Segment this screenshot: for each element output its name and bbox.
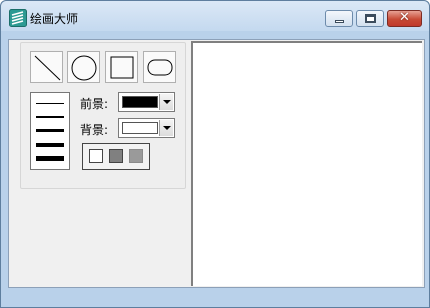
background-label: 背景: — [80, 123, 109, 137]
line-width-option-1[interactable] — [36, 103, 64, 104]
drawing-canvas[interactable] — [191, 41, 422, 286]
circle-icon — [71, 55, 97, 81]
chevron-down-icon[interactable] — [159, 94, 173, 110]
title-bar[interactable]: 绘画大师 ✕ — [1, 1, 429, 31]
gray-fill-icon[interactable] — [109, 149, 123, 163]
line-tool-button[interactable] — [30, 51, 63, 83]
close-button[interactable]: ✕ — [387, 10, 422, 27]
light-gray-fill-icon[interactable] — [129, 149, 143, 163]
line-width-list — [30, 92, 70, 170]
no-fill-icon[interactable] — [89, 149, 103, 163]
rectangle-icon — [110, 56, 134, 79]
line-width-option-5[interactable] — [36, 156, 64, 161]
background-color-select[interactable] — [118, 118, 175, 138]
rounded-rectangle-icon — [147, 59, 173, 76]
foreground-label: 前景: — [80, 97, 109, 111]
close-icon: ✕ — [399, 10, 410, 25]
chevron-down-icon[interactable] — [159, 120, 173, 136]
line-width-option-2[interactable] — [36, 116, 64, 118]
minimize-button[interactable] — [325, 10, 353, 27]
window-title: 绘画大师 — [30, 12, 79, 26]
circle-tool-button[interactable] — [67, 51, 100, 83]
maximize-button[interactable] — [356, 10, 384, 27]
line-width-option-3[interactable] — [36, 129, 64, 132]
foreground-color-select[interactable] — [118, 92, 175, 112]
fill-style-group — [82, 143, 150, 170]
foreground-swatch — [122, 96, 158, 108]
background-swatch — [122, 122, 158, 134]
line-icon — [34, 55, 61, 81]
paint-app-icon — [9, 9, 27, 27]
rectangle-tool-button[interactable] — [105, 51, 138, 83]
line-width-option-4[interactable] — [36, 143, 64, 147]
rounded-rectangle-tool-button[interactable] — [143, 51, 176, 83]
